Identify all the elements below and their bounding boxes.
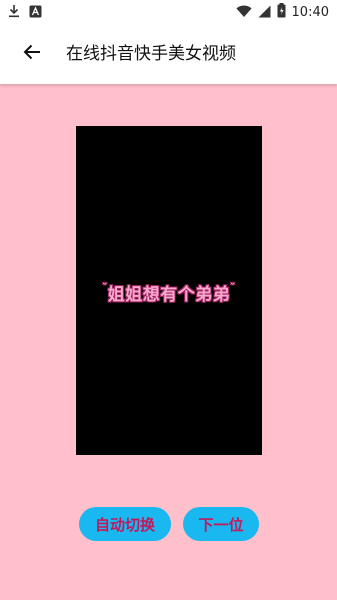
app-bar: 在线抖音快手美女视频 (0, 24, 337, 84)
arrow-left-icon (23, 43, 41, 65)
caption-text: 姐姐想有个弟弟 (107, 285, 231, 305)
video-caption: ᵕ姐姐想有个弟弟ᵕ (76, 280, 262, 305)
signal-icon (258, 3, 271, 22)
download-icon (8, 3, 20, 22)
a-icon (29, 3, 42, 22)
auto-switch-button[interactable]: 自动切换 (79, 507, 171, 541)
back-button[interactable] (18, 40, 46, 68)
status-bar: 10:40 (0, 0, 337, 24)
wifi-icon (236, 3, 252, 22)
next-button[interactable]: 下一位 (183, 507, 259, 541)
status-time: 10:40 (291, 5, 329, 20)
caption-decoration-right: ᵕ (230, 280, 236, 291)
status-right-icons: 10:40 (236, 3, 329, 22)
video-player[interactable]: ᵕ姐姐想有个弟弟ᵕ (76, 126, 262, 455)
battery-icon (277, 3, 286, 22)
page-title: 在线抖音快手美女视频 (66, 44, 236, 64)
status-left-icons (8, 3, 42, 22)
